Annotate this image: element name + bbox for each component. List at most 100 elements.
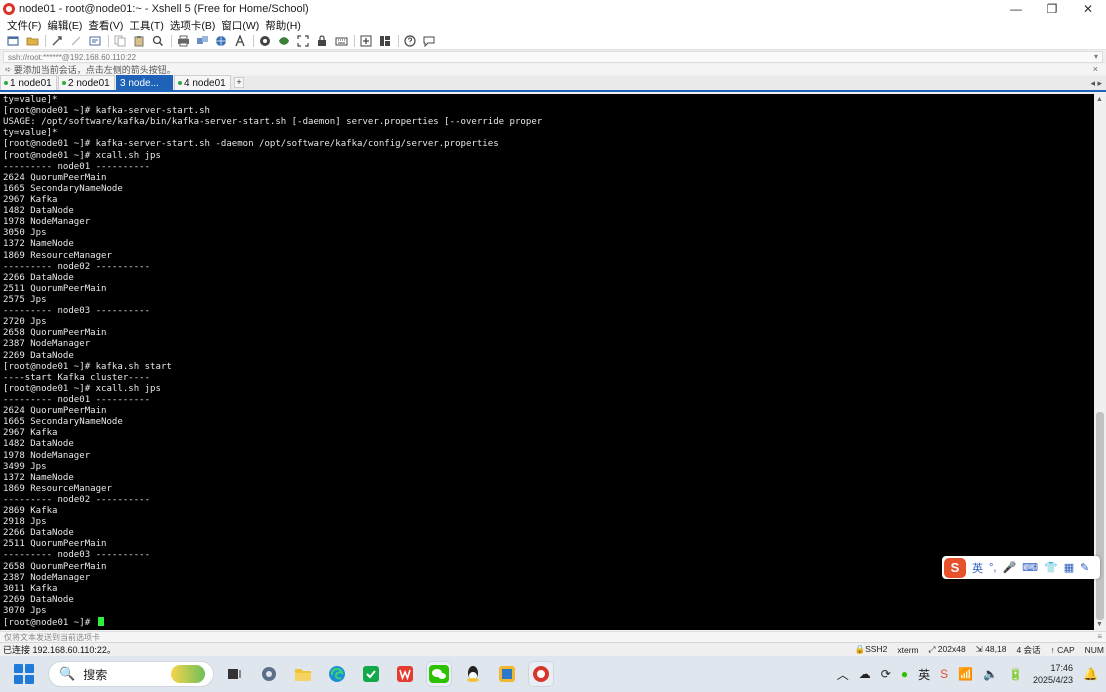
terminal-line: 2266 DataNode bbox=[3, 272, 74, 283]
toolbar-divider bbox=[398, 34, 399, 47]
wechat-icon[interactable] bbox=[426, 661, 452, 687]
session-hint-bar: ➪ 要添加当前会话，点击左侧的箭头按钮。 × bbox=[0, 64, 1106, 75]
edge-browser-icon[interactable] bbox=[324, 661, 350, 687]
ime-status-icon[interactable]: 英 bbox=[918, 666, 930, 683]
terminal-scrollbar[interactable]: ▲ ▼ bbox=[1094, 94, 1106, 630]
wps-office-icon[interactable] bbox=[392, 661, 418, 687]
open-folder-icon[interactable] bbox=[25, 34, 39, 48]
terminal-line: 1869 ResourceManager bbox=[3, 483, 112, 494]
compose-menu-icon[interactable]: ≡ bbox=[1097, 632, 1102, 641]
wifi-icon[interactable]: 📶 bbox=[958, 667, 973, 681]
layout-icon[interactable] bbox=[378, 34, 392, 48]
help-icon[interactable] bbox=[403, 34, 417, 48]
status-right: 🔒SSH2 xterm ⤢ 202x48 ⇲ 48,18 4 会话 ↑ CAP … bbox=[855, 643, 1106, 656]
terminal-line: 2575 Jps bbox=[3, 294, 47, 305]
minimize-button[interactable]: — bbox=[998, 0, 1034, 18]
reconnect-icon[interactable] bbox=[50, 34, 64, 48]
lock-icon[interactable] bbox=[315, 34, 329, 48]
terminal-line: ty=value]* bbox=[3, 95, 58, 105]
wechat-tray-icon[interactable]: ● bbox=[901, 667, 908, 681]
tab-2-node01[interactable]: 2 node01 bbox=[58, 75, 115, 90]
new-tab-button[interactable]: + bbox=[234, 77, 244, 88]
sync-icon[interactable]: ⟳ bbox=[881, 667, 891, 681]
terminal-line: 1978 NodeManager bbox=[3, 450, 91, 461]
ime-tools-icon[interactable]: ✎ bbox=[1080, 561, 1089, 574]
xshell-taskbar-icon[interactable] bbox=[528, 661, 554, 687]
find-icon[interactable] bbox=[151, 34, 165, 48]
terminal-line: 1372 NameNode bbox=[3, 472, 74, 483]
tab-4-node01[interactable]: 4 node01 bbox=[174, 75, 231, 90]
sogou-tray-icon[interactable]: S bbox=[940, 667, 948, 681]
chat-icon[interactable] bbox=[422, 34, 436, 48]
search-icon: 🔍 bbox=[59, 666, 76, 681]
hint-close-icon[interactable]: × bbox=[1093, 64, 1098, 74]
paste-icon[interactable] bbox=[132, 34, 146, 48]
ime-skin-icon[interactable]: 👕 bbox=[1044, 561, 1058, 574]
session-address-bar[interactable]: ssh://root:******@192.168.60.110:22 ▾ bbox=[3, 51, 1103, 63]
terminal-line: 3499 Jps bbox=[3, 461, 47, 472]
menu-edit[interactable]: 编辑(E) bbox=[47, 18, 82, 33]
disconnect-icon[interactable] bbox=[69, 34, 83, 48]
tab-scroll-arrows[interactable]: ◂ ▸ bbox=[1090, 78, 1102, 89]
wechat-work-icon[interactable] bbox=[358, 661, 384, 687]
menu-tabs[interactable]: 选项卡(B) bbox=[170, 18, 216, 33]
taskbar-search[interactable]: 🔍 搜索 bbox=[48, 661, 214, 687]
battery-icon[interactable]: 🔋 bbox=[1008, 667, 1023, 681]
add-icon[interactable] bbox=[359, 34, 373, 48]
qq-icon[interactable] bbox=[460, 661, 486, 687]
properties-icon[interactable] bbox=[88, 34, 102, 48]
ime-grid-icon[interactable]: ▦ bbox=[1064, 561, 1074, 574]
terminal-line: ----start Kafka cluster---- bbox=[3, 372, 151, 383]
ime-microphone-icon[interactable]: 🎤 bbox=[1002, 561, 1016, 574]
cloud-icon[interactable]: ☁ bbox=[859, 667, 871, 681]
taskbar-clock[interactable]: 17:46 2025/4/23 bbox=[1033, 662, 1073, 686]
menu-window[interactable]: 窗口(W) bbox=[221, 18, 259, 33]
tray-overflow-icon[interactable]: ︿ bbox=[837, 666, 849, 683]
keyboard-icon[interactable] bbox=[334, 34, 348, 48]
scrollbar-thumb[interactable] bbox=[1096, 412, 1104, 620]
tab-1-node01[interactable]: 1 node01 bbox=[0, 75, 57, 90]
windows-start-button[interactable] bbox=[14, 664, 34, 684]
settings-icon[interactable] bbox=[256, 661, 282, 687]
terminal-line: 2269 DataNode bbox=[3, 594, 74, 605]
terminal-line: 2918 Jps bbox=[3, 517, 47, 528]
terminal-output[interactable]: ty=value]* [root@node01 ~]# kafka-server-… bbox=[0, 94, 1094, 630]
scroll-down-icon[interactable]: ▼ bbox=[1096, 621, 1103, 628]
xftp-icon[interactable] bbox=[258, 34, 272, 48]
menu-view[interactable]: 查看(V) bbox=[88, 18, 123, 33]
terminal-line: --------- node02 ---------- bbox=[3, 261, 151, 272]
ime-keyboard-icon[interactable]: ⌨ bbox=[1022, 561, 1038, 574]
file-explorer-icon[interactable] bbox=[290, 661, 316, 687]
address-dropdown-icon[interactable]: ▾ bbox=[1094, 52, 1098, 61]
screenshot-tool-icon[interactable] bbox=[494, 661, 520, 687]
close-button[interactable]: ✕ bbox=[1070, 0, 1106, 18]
ime-punctuation-icon[interactable]: °, bbox=[989, 562, 996, 574]
compose-bar[interactable]: 仅将文本发送到当前选项卡 ≡ bbox=[0, 631, 1106, 642]
copy-icon[interactable] bbox=[113, 34, 127, 48]
maximize-button[interactable]: ❐ bbox=[1034, 0, 1070, 18]
tunnel-icon[interactable] bbox=[277, 34, 291, 48]
terminal-line: --------- node01 ---------- bbox=[3, 161, 151, 172]
font-icon[interactable] bbox=[233, 34, 247, 48]
status-bar: 已连接 192.168.60.110:22。 🔒SSH2 xterm ⤢ 202… bbox=[0, 642, 1106, 655]
globe-icon[interactable] bbox=[214, 34, 228, 48]
transfer-icon[interactable] bbox=[195, 34, 209, 48]
task-view-icon[interactable] bbox=[222, 661, 248, 687]
scroll-up-icon[interactable]: ▲ bbox=[1096, 96, 1103, 103]
fullscreen-icon[interactable] bbox=[296, 34, 310, 48]
terminal-line: 1372 NameNode bbox=[3, 239, 74, 250]
terminal-line: 2269 DataNode bbox=[3, 350, 74, 361]
menu-help[interactable]: 帮助(H) bbox=[265, 18, 301, 33]
sogou-logo-icon[interactable]: S bbox=[944, 557, 966, 578]
new-session-icon[interactable] bbox=[6, 34, 20, 48]
terminal-line: 2266 DataNode bbox=[3, 528, 74, 539]
print-icon[interactable] bbox=[176, 34, 190, 48]
bookmark-icon[interactable]: ➪ bbox=[5, 65, 12, 74]
volume-icon[interactable]: 🔈 bbox=[983, 667, 998, 681]
tab-3-node-active[interactable]: 3 node... bbox=[116, 75, 173, 90]
notification-bell-icon[interactable]: 🔔 bbox=[1083, 667, 1098, 681]
menu-tools[interactable]: 工具(T) bbox=[129, 18, 163, 33]
clock-time: 17:46 bbox=[1050, 663, 1074, 673]
ime-mode-toggle[interactable]: 英 bbox=[972, 560, 983, 576]
menu-file[interactable]: 文件(F) bbox=[7, 18, 41, 33]
